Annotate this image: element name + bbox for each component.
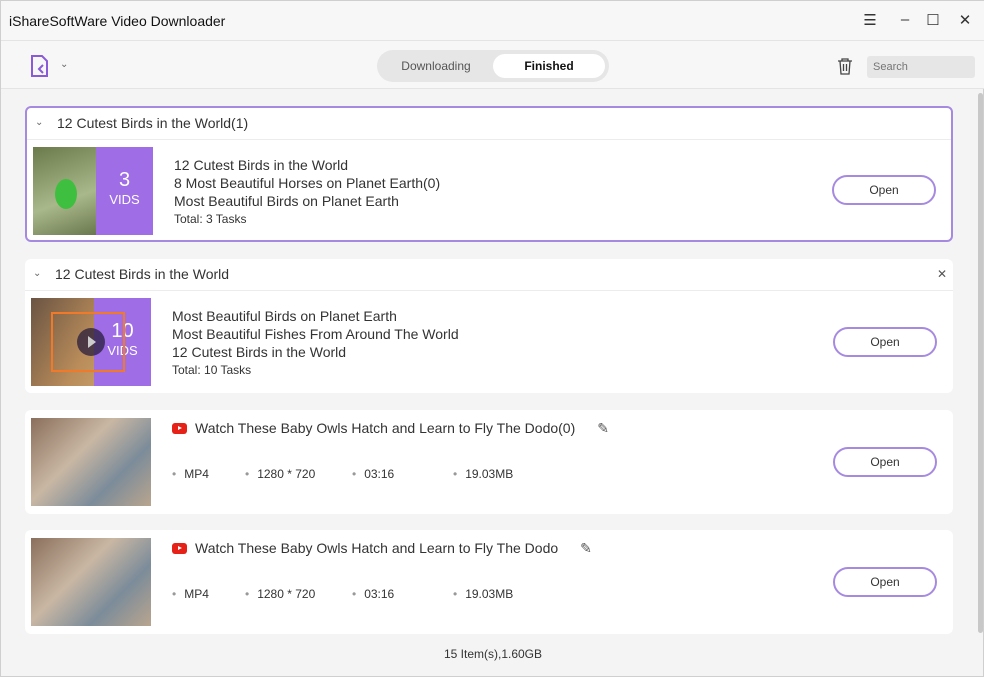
- maximize-icon[interactable]: ☐: [923, 11, 943, 29]
- video-title-row: Watch These Baby Owls Hatch and Learn to…: [172, 420, 609, 437]
- video-card[interactable]: Watch These Baby Owls Hatch and Learn to…: [25, 530, 953, 634]
- video-format: MP4: [172, 467, 209, 481]
- chevron-down-icon[interactable]: ⌄: [35, 108, 43, 138]
- total-tasks: Total: 3 Tasks: [174, 212, 247, 226]
- open-button[interactable]: Open: [832, 175, 936, 205]
- tab-switch: Downloading Finished: [377, 50, 609, 82]
- video-duration: 03:16: [352, 587, 394, 601]
- list-item: 12 Cutest Birds in the World: [174, 157, 349, 173]
- list-item: 12 Cutest Birds in the World: [172, 344, 347, 360]
- footer-summary: 15 Item(s),1.60GB: [443, 647, 543, 661]
- title-bar: iShareSoftWare Video Downloader ☰ – ☐ ✕: [1, 1, 984, 41]
- open-button[interactable]: Open: [833, 567, 937, 597]
- video-count-label: VIDS: [109, 192, 140, 207]
- video-duration: 03:16: [352, 467, 394, 481]
- app-title: iShareSoftWare Video Downloader: [9, 13, 226, 29]
- group-items: Most Beautiful Birds on Planet Earth Mos…: [172, 307, 459, 379]
- video-count: 3: [118, 169, 131, 191]
- open-button[interactable]: Open: [833, 327, 937, 357]
- scrollbar[interactable]: [978, 93, 983, 633]
- tab-finished[interactable]: Finished: [493, 54, 605, 78]
- total-tasks: Total: 10 Tasks: [172, 363, 252, 377]
- minimize-icon[interactable]: –: [895, 11, 915, 28]
- list-item: Most Beautiful Fishes From Around The Wo…: [172, 326, 459, 342]
- youtube-icon: [172, 543, 187, 554]
- group-card[interactable]: ⌄ 12 Cutest Birds in the World ✕ 10 VIDS M…: [25, 259, 953, 393]
- video-count-badge: 3 VIDS: [96, 147, 153, 235]
- group-header[interactable]: ⌄ 12 Cutest Birds in the World ✕: [25, 259, 953, 291]
- edit-icon[interactable]: ✎: [580, 540, 592, 556]
- menu-icon[interactable]: ☰: [860, 11, 880, 29]
- chevron-down-icon[interactable]: ⌄: [33, 259, 41, 289]
- video-format: MP4: [172, 587, 209, 601]
- edit-icon[interactable]: ✎: [597, 420, 609, 436]
- close-icon[interactable]: ✕: [937, 259, 947, 289]
- video-resolution: 1280 * 720: [245, 587, 315, 601]
- group-title: 12 Cutest Birds in the World(1): [57, 115, 249, 131]
- thumbnail: 3 VIDS: [33, 147, 153, 235]
- tab-downloading[interactable]: Downloading: [383, 54, 489, 78]
- video-title: Watch These Baby Owls Hatch and Learn to…: [195, 540, 559, 556]
- toolbar: ⌄ Downloading Finished: [1, 41, 984, 89]
- thumbnail: 10 VIDS: [31, 298, 151, 386]
- video-card[interactable]: Watch These Baby Owls Hatch and Learn to…: [25, 410, 953, 514]
- list-item: Most Beautiful Birds on Planet Earth: [174, 193, 399, 209]
- group-title: 12 Cutest Birds in the World: [55, 266, 230, 282]
- chevron-down-icon[interactable]: ⌄: [60, 59, 68, 70]
- add-file-icon[interactable]: [30, 55, 50, 77]
- video-resolution: 1280 * 720: [245, 467, 315, 481]
- youtube-icon: [172, 423, 187, 434]
- video-title-row: Watch These Baby Owls Hatch and Learn to…: [172, 540, 592, 557]
- list-item: Most Beautiful Birds on Planet Earth: [172, 308, 397, 324]
- trash-icon[interactable]: [837, 58, 853, 75]
- close-icon[interactable]: ✕: [955, 11, 975, 29]
- video-size: 19.03MB: [453, 587, 513, 601]
- video-size: 19.03MB: [453, 467, 513, 481]
- list-item: 8 Most Beautiful Horses on Planet Earth(…: [174, 175, 441, 191]
- thumbnail: [31, 418, 151, 506]
- search-input[interactable]: [867, 56, 975, 78]
- group-header[interactable]: ⌄ 12 Cutest Birds in the World(1): [27, 108, 951, 140]
- open-button[interactable]: Open: [833, 447, 937, 477]
- play-icon[interactable]: [77, 328, 105, 356]
- video-title: Watch These Baby Owls Hatch and Learn to…: [195, 420, 576, 436]
- group-items: 12 Cutest Birds in the World 8 Most Beau…: [174, 156, 440, 228]
- group-card[interactable]: ⌄ 12 Cutest Birds in the World(1) 3 VIDS 1…: [25, 106, 953, 242]
- bird-image: [55, 179, 77, 209]
- thumbnail: [31, 538, 151, 626]
